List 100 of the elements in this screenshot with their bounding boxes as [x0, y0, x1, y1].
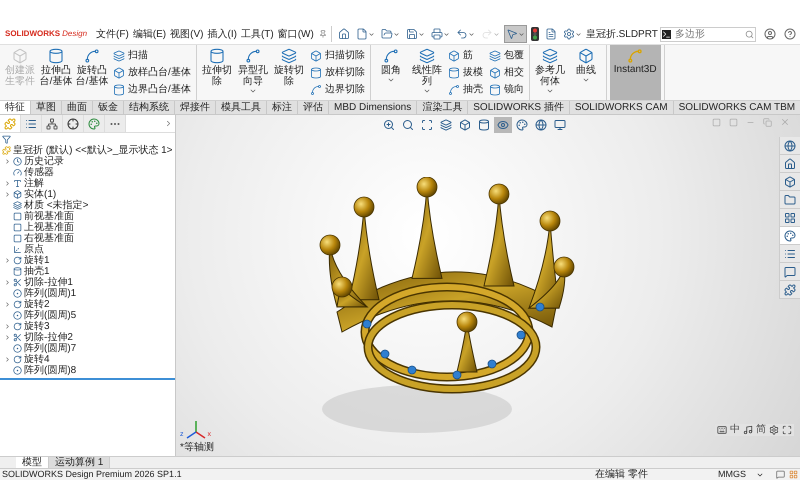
- caret-icon: [422, 87, 431, 95]
- ribbon-tab[interactable]: 结构系统: [124, 101, 175, 114]
- tree-item[interactable]: 旋转4: [24, 354, 50, 365]
- ribbon-button[interactable]: 旋转切除: [272, 45, 306, 100]
- menu-item[interactable]: 插入(I): [206, 26, 238, 42]
- ribbon-tab[interactable]: 渲染工具: [417, 101, 468, 114]
- ribbon-button[interactable]: 抽壳: [446, 84, 485, 96]
- chat-icon[interactable]: [776, 470, 785, 479]
- ime-script[interactable]: 简: [756, 424, 766, 436]
- monitor-icon: [554, 119, 566, 131]
- tree-item[interactable]: 旋转3: [24, 321, 50, 332]
- ribbon-button[interactable]: 线性阵列: [410, 45, 444, 100]
- filter-icon[interactable]: [2, 134, 11, 144]
- tree-item[interactable]: 切除-拉伸2: [24, 332, 73, 343]
- ribbon-button[interactable]: 拉伸切除: [200, 45, 234, 100]
- ribbon-toggle-button[interactable]: Instant3D: [610, 45, 661, 100]
- tree-item[interactable]: 阵列(圆周)7: [24, 343, 76, 354]
- eye-icon: [497, 119, 509, 131]
- tree-item[interactable]: 右视基准面: [24, 233, 74, 244]
- pin-icon[interactable]: [318, 30, 327, 38]
- ribbon-button[interactable]: 边界切除: [308, 84, 367, 96]
- ribbon-button[interactable]: 包覆: [486, 50, 526, 62]
- view-tool-button[interactable]: [494, 117, 512, 133]
- tree-item[interactable]: 阵列(圆周)5: [24, 310, 76, 321]
- tree-item[interactable]: 抽壳1: [24, 266, 50, 277]
- menu-item[interactable]: 编辑(E): [132, 26, 168, 42]
- tree-item[interactable]: 材质 <未指定>: [24, 200, 88, 211]
- task-pane-tab[interactable]: [780, 227, 800, 245]
- ime-mode[interactable]: 中: [730, 424, 740, 436]
- panel-tab[interactable]: [63, 115, 84, 132]
- ribbon-button[interactable]: 镜向: [486, 84, 526, 96]
- home-icon: [784, 158, 796, 170]
- ribbon-tab[interactable]: SOLIDWORKS 插件: [468, 101, 570, 114]
- ribbon-tab[interactable]: 模具工具: [216, 101, 267, 114]
- menu-item[interactable]: 工具(T): [240, 26, 275, 42]
- panel-tab[interactable]: [21, 115, 42, 132]
- ribbon-tab[interactable]: MBD Dimensions: [329, 101, 418, 114]
- layers-icon: [418, 48, 435, 64]
- grid-icon[interactable]: [789, 470, 798, 479]
- circle-dot-icon: [13, 366, 22, 375]
- tree-item[interactable]: 旋转2: [24, 299, 50, 310]
- menu-item[interactable]: 文件(F): [95, 26, 130, 42]
- model-tab[interactable]: 模型: [16, 457, 49, 468]
- settings-icon[interactable]: [769, 425, 779, 435]
- ribbon-button[interactable]: 相交: [486, 66, 526, 78]
- menu-item[interactable]: 视图(V): [169, 26, 204, 42]
- ribbon-tab[interactable]: 标注: [267, 101, 298, 114]
- ribbon-tab[interactable]: 焊接件: [175, 101, 216, 114]
- tree-item[interactable]: 切除-拉伸1: [24, 277, 73, 288]
- units-selector[interactable]: MMGS: [718, 469, 764, 480]
- search-field[interactable]: 多边形: [660, 26, 756, 42]
- ribbon-button[interactable]: 拉伸凸台/基体: [39, 45, 73, 100]
- ribbon-button[interactable]: 参考几何体: [532, 45, 567, 100]
- user-icon[interactable]: [764, 28, 776, 40]
- tree-item[interactable]: 注解: [24, 178, 44, 189]
- ribbon-button[interactable]: 扫描切除: [308, 50, 367, 62]
- caret-icon: [368, 30, 375, 38]
- toolbar-button[interactable]: [504, 25, 527, 43]
- ribbon-button[interactable]: 筋: [446, 50, 485, 62]
- chevron-right-icon[interactable]: [164, 119, 173, 128]
- ribbon-tab[interactable]: 评估: [298, 101, 329, 114]
- ribbon-button[interactable]: 扫描: [111, 50, 193, 62]
- ribbon-button[interactable]: 旋转凸台/基体: [75, 45, 109, 100]
- ribbon-button[interactable]: 拔模: [446, 66, 485, 78]
- ribbon-button[interactable]: 放样切除: [308, 66, 367, 78]
- curve-icon: [310, 84, 322, 96]
- help-icon[interactable]: [784, 28, 796, 40]
- ribbon-button[interactable]: 放样凸台/基体: [111, 66, 193, 78]
- tree-item[interactable]: 阵列(圆周)8: [24, 365, 76, 376]
- panel-tab[interactable]: [42, 115, 63, 132]
- tree-root[interactable]: 皇冠折 (默认) <<默认>_显示状态 1>: [13, 145, 172, 156]
- ribbon-button[interactable]: 异型孔向导: [236, 45, 270, 100]
- toolbar-button[interactable]: [528, 25, 541, 43]
- tree-item[interactable]: 原点: [24, 244, 44, 255]
- tree-item[interactable]: 前视基准面: [24, 211, 74, 222]
- tree-item[interactable]: 实体(1): [24, 189, 56, 200]
- ribbon-tab[interactable]: SOLIDWORKS CAM TBM: [674, 101, 800, 114]
- ribbon-button[interactable]: 边界凸台/基体: [111, 84, 193, 96]
- ribbon-tab[interactable]: 特征: [0, 101, 31, 114]
- tree-item[interactable]: 传感器: [24, 167, 54, 178]
- caret-icon: [418, 30, 425, 38]
- note-icon[interactable]: [743, 425, 753, 435]
- keyboard-icon[interactable]: [717, 425, 727, 435]
- ribbon-button[interactable]: 圆角: [374, 45, 408, 100]
- ribbon-tab[interactable]: 钣金: [93, 101, 124, 114]
- ribbon-tab[interactable]: 草图: [31, 101, 62, 114]
- tree-item[interactable]: 旋转1: [24, 255, 50, 266]
- menu-item[interactable]: 窗口(W): [276, 26, 315, 42]
- tree-item[interactable]: 阵列(圆周)1: [24, 288, 76, 299]
- layers-icon: [440, 119, 452, 131]
- tree-item[interactable]: 历史记录: [24, 156, 64, 167]
- ribbon-tab[interactable]: SOLIDWORKS CAM: [570, 101, 674, 114]
- ribbon-tab[interactable]: 曲面: [62, 101, 93, 114]
- expand-icon[interactable]: [782, 425, 792, 435]
- ribbon-button[interactable]: 曲线: [568, 45, 603, 100]
- tree-item[interactable]: 上视基准面: [24, 222, 74, 233]
- box-icon: [13, 190, 22, 199]
- curve-icon: [244, 48, 261, 64]
- tree-icon: [46, 118, 58, 130]
- model-tab[interactable]: 运动算例 1: [49, 457, 110, 468]
